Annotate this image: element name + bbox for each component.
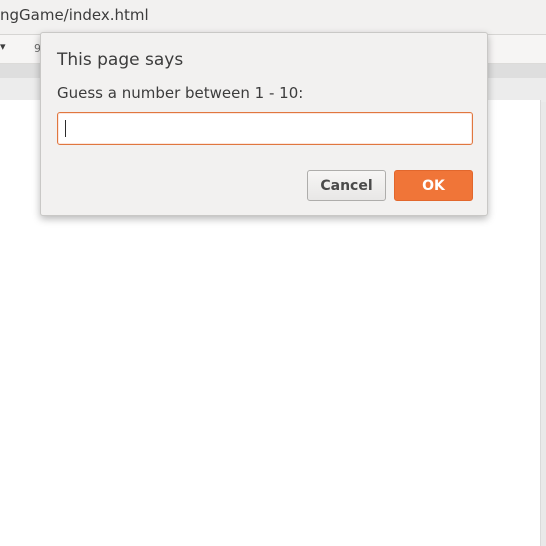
title-bar: ngGame/index.html [0, 0, 546, 35]
ok-button[interactable]: OK [394, 170, 473, 201]
cancel-button[interactable]: Cancel [307, 170, 386, 201]
dialog-title: This page says [57, 50, 184, 70]
page-location-title: ngGame/index.html [0, 6, 149, 24]
text-caret [65, 120, 66, 137]
prompt-dialog: This page says Guess a number between 1 … [40, 32, 488, 216]
chevron-down-icon[interactable]: ▾ [0, 40, 6, 53]
guess-input[interactable] [57, 112, 473, 145]
browser-window: ngGame/index.html ▾ 9 This page says Gue… [0, 0, 546, 546]
dialog-message: Guess a number between 1 - 10: [57, 84, 304, 102]
